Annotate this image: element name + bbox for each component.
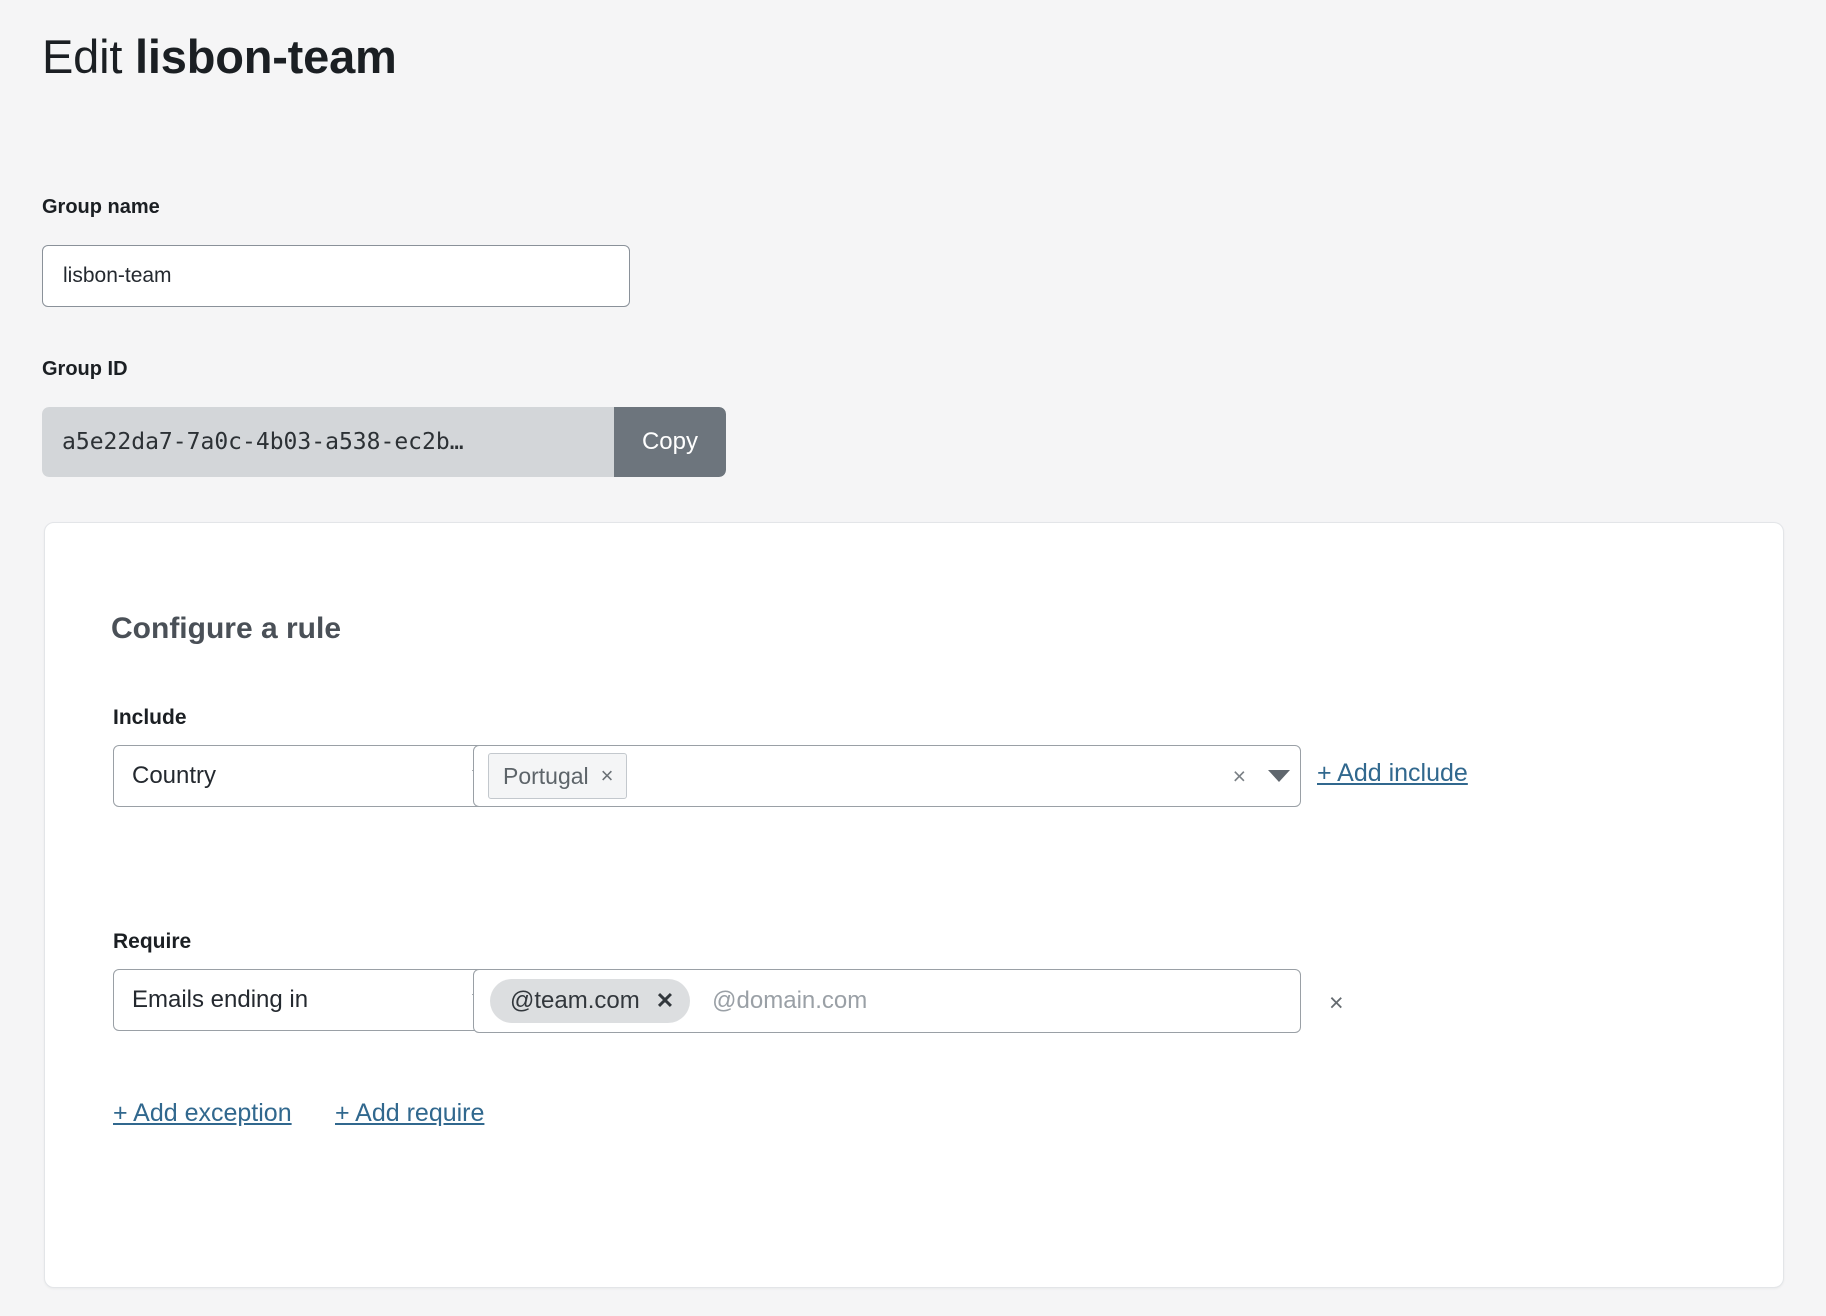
- token-chip-label: @team.com: [510, 989, 640, 1013]
- group-id-value: a5e22da7-7a0c-4b03-a538-ec2b…: [42, 407, 614, 477]
- require-value-placeholder: @domain.com: [712, 987, 1290, 1015]
- card-title: Configure a rule: [111, 611, 341, 647]
- add-exception-link[interactable]: + Add exception: [113, 1101, 292, 1126]
- token-remove-icon[interactable]: ✕: [656, 990, 674, 1012]
- configure-rule-card: Configure a rule Include Country Portuga…: [44, 522, 1784, 1288]
- group-name-input[interactable]: [42, 245, 630, 307]
- copy-button[interactable]: Copy: [614, 407, 726, 477]
- group-id-label: Group ID: [42, 357, 128, 381]
- group-name-label: Group name: [42, 195, 160, 219]
- include-type-select-value: Country: [132, 762, 464, 790]
- include-label: Include: [113, 705, 187, 730]
- include-value-multiselect[interactable]: Portugal × ×: [473, 745, 1301, 807]
- add-require-link[interactable]: + Add require: [335, 1101, 484, 1126]
- add-include-link[interactable]: + Add include: [1317, 761, 1468, 786]
- chevron-down-icon[interactable]: [1268, 770, 1290, 782]
- token-remove-icon[interactable]: ×: [601, 765, 614, 787]
- require-value-input[interactable]: @team.com ✕ @domain.com: [473, 969, 1301, 1033]
- include-type-select[interactable]: Country: [113, 745, 513, 807]
- remove-require-icon[interactable]: ×: [1323, 985, 1350, 1022]
- require-type-select-value: Emails ending in: [132, 986, 464, 1014]
- page-title: Edit lisbon-team: [42, 26, 397, 88]
- token-chip[interactable]: @team.com ✕: [490, 979, 690, 1023]
- require-type-select[interactable]: Emails ending in: [113, 969, 513, 1031]
- token-chip-label: Portugal: [503, 765, 589, 788]
- token-chip[interactable]: Portugal ×: [488, 753, 627, 799]
- edit-group-page: Edit lisbon-team Group name Group ID a5e…: [0, 0, 1826, 1316]
- page-title-prefix: Edit: [42, 30, 135, 83]
- clear-icon[interactable]: ×: [1233, 765, 1246, 788]
- group-id-copy-row: a5e22da7-7a0c-4b03-a538-ec2b… Copy: [42, 407, 726, 477]
- page-title-group-name: lisbon-team: [135, 30, 397, 83]
- require-label: Require: [113, 929, 191, 954]
